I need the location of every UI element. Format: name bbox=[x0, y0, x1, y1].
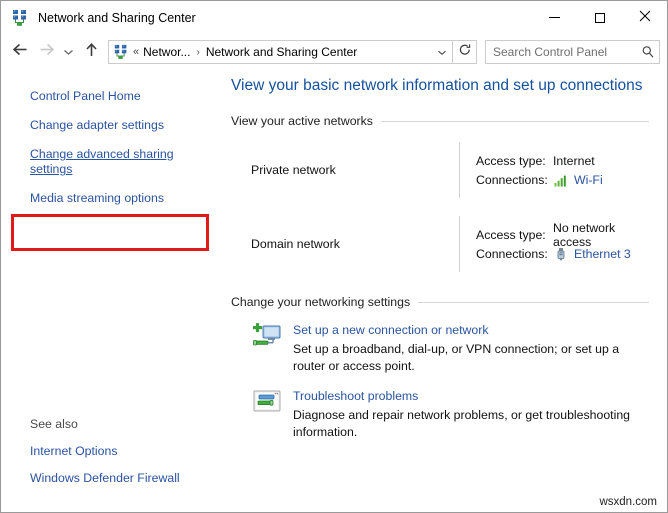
search-box[interactable]: Search Control Panel bbox=[485, 40, 660, 64]
active-networks-heading-label: View your active networks bbox=[231, 114, 373, 128]
search-input[interactable]: Search Control Panel bbox=[486, 45, 637, 59]
sidebar-item-media-streaming-options[interactable]: Media streaming options bbox=[1, 191, 223, 206]
forward-arrow-icon bbox=[38, 42, 55, 62]
sidebar-item-change-advanced-sharing-settings[interactable]: Change advanced sharing settings bbox=[1, 147, 223, 177]
window-title: Network and Sharing Center bbox=[38, 11, 196, 25]
wifi-signal-icon bbox=[553, 172, 569, 188]
task-troubleshoot-problems[interactable]: Troubleshoot problems Diagnose and repai… bbox=[231, 388, 649, 441]
access-type-label: Access type: bbox=[476, 228, 553, 242]
connections-label: Connections: bbox=[476, 247, 553, 261]
network-info-cell: Access type: Internet Connections: bbox=[460, 138, 649, 202]
active-networks-heading: View your active networks bbox=[231, 114, 649, 128]
refresh-button[interactable] bbox=[453, 40, 477, 64]
task-description: Set up a broadband, dial-up, or VPN conn… bbox=[293, 341, 649, 375]
up-arrow-icon bbox=[84, 42, 99, 63]
main-panel: View your basic network information and … bbox=[223, 70, 667, 512]
network-sharing-icon bbox=[113, 44, 129, 60]
task-body: Troubleshoot problems Diagnose and repai… bbox=[293, 388, 649, 441]
connections-line: Connections: Wi-Fi bbox=[476, 170, 649, 189]
task-title[interactable]: Set up a new connection or network bbox=[293, 322, 649, 339]
connections-line: Connections: Ethernet 3 bbox=[476, 244, 649, 263]
access-type-line: Access type: Internet bbox=[476, 151, 649, 170]
sidebar-item-windows-defender-firewall[interactable]: Windows Defender Firewall bbox=[1, 471, 223, 486]
control-panel-window: Network and Sharing Center bbox=[0, 0, 668, 513]
access-type-value: Internet bbox=[553, 154, 595, 168]
task-title[interactable]: Troubleshoot problems bbox=[293, 388, 649, 405]
breadcrumb-segment-current[interactable]: Network and Sharing Center bbox=[206, 45, 357, 59]
task-set-up-new-connection[interactable]: Set up a new connection or network Set u… bbox=[231, 322, 649, 375]
heading-divider bbox=[418, 302, 649, 303]
new-connection-icon bbox=[251, 322, 283, 354]
watermark: wsxdn.com bbox=[599, 496, 657, 508]
see-also-heading: See also bbox=[1, 417, 223, 431]
networking-settings-heading: Change your networking settings bbox=[231, 295, 649, 309]
sidebar-item-control-panel-home[interactable]: Control Panel Home bbox=[1, 89, 223, 104]
back-button[interactable] bbox=[7, 39, 33, 65]
connections-label: Connections: bbox=[476, 173, 553, 187]
network-info-cell: Access type: No network access Connectio… bbox=[460, 212, 649, 276]
see-also-section: See also Internet Options Windows Defend… bbox=[1, 417, 223, 498]
heading-divider bbox=[381, 121, 649, 122]
networking-settings-heading-label: Change your networking settings bbox=[231, 295, 410, 309]
sidebar-item-change-adapter-settings[interactable]: Change adapter settings bbox=[1, 118, 223, 133]
maximize-icon bbox=[595, 13, 605, 23]
annotation-highlight-box bbox=[11, 214, 209, 251]
sidebar: Control Panel Home Change adapter settin… bbox=[1, 70, 223, 512]
task-description: Diagnose and repair network problems, or… bbox=[293, 407, 649, 441]
network-name: Domain network bbox=[251, 237, 340, 251]
connection-link-wifi[interactable]: Wi-Fi bbox=[574, 173, 603, 187]
troubleshoot-icon bbox=[251, 388, 283, 420]
network-name: Private network bbox=[251, 163, 336, 177]
close-icon bbox=[639, 9, 651, 27]
minimize-icon bbox=[549, 17, 560, 18]
title-bar: Network and Sharing Center bbox=[1, 1, 667, 34]
connection-link-ethernet[interactable]: Ethernet 3 bbox=[574, 247, 631, 261]
back-arrow-icon bbox=[12, 42, 29, 62]
network-name-cell: Domain network bbox=[231, 212, 459, 276]
page-title: View your basic network information and … bbox=[231, 77, 649, 95]
chevron-down-icon bbox=[63, 43, 74, 61]
sidebar-item-internet-options[interactable]: Internet Options bbox=[1, 444, 223, 459]
network-sharing-icon bbox=[11, 9, 29, 27]
minimize-button[interactable] bbox=[532, 1, 577, 34]
search-icon bbox=[637, 45, 659, 59]
breadcrumb-overflow[interactable]: « bbox=[133, 46, 139, 58]
address-bar: « Networ... › Network and Sharing Center… bbox=[1, 34, 667, 70]
network-name-cell: Private network bbox=[231, 138, 459, 202]
forward-button[interactable] bbox=[33, 39, 59, 65]
window-controls bbox=[532, 1, 667, 34]
network-row-domain: Domain network Access type: No network a… bbox=[231, 212, 649, 276]
close-button[interactable] bbox=[622, 1, 667, 34]
breadcrumb-dropdown-button[interactable] bbox=[432, 41, 452, 63]
network-row-private: Private network Access type: Internet Co… bbox=[231, 138, 649, 202]
task-body: Set up a new connection or network Set u… bbox=[293, 322, 649, 375]
breadcrumb-segment-parent[interactable]: Networ... bbox=[143, 45, 190, 59]
maximize-button[interactable] bbox=[577, 1, 622, 34]
recent-locations-button[interactable] bbox=[59, 39, 78, 65]
content-area: Control Panel Home Change adapter settin… bbox=[1, 70, 667, 512]
breadcrumb-separator-icon[interactable]: › bbox=[196, 47, 199, 58]
access-type-label: Access type: bbox=[476, 154, 553, 168]
up-button[interactable] bbox=[78, 39, 104, 65]
access-type-line: Access type: No network access bbox=[476, 225, 649, 244]
refresh-icon bbox=[458, 43, 472, 62]
breadcrumb[interactable]: « Networ... › Network and Sharing Center bbox=[108, 40, 453, 64]
ethernet-plug-icon bbox=[553, 246, 569, 262]
